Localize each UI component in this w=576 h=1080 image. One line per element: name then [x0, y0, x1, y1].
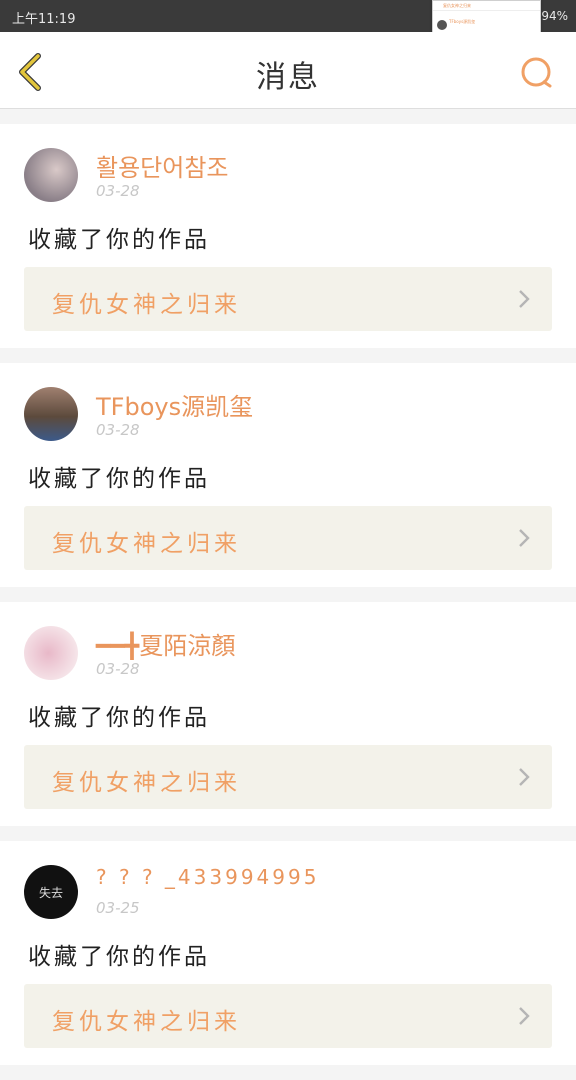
chevron-right-icon	[519, 768, 530, 786]
avatar[interactable]: 失去	[24, 865, 78, 919]
avatar-text: 失去	[38, 885, 63, 900]
message-action: 收藏了你的作品	[28, 227, 210, 253]
message-card: TFboys源凯玺 03-28 收藏了你的作品 复仇女神之归来	[0, 363, 576, 587]
chevron-right-icon	[519, 290, 530, 308]
message-action: 收藏了你的作品	[28, 705, 210, 731]
work-title: 复仇女神之归来	[52, 1009, 241, 1035]
work-title: 复仇女神之归来	[52, 531, 241, 557]
chevron-right-icon	[519, 529, 530, 547]
avatar[interactable]	[24, 626, 78, 680]
preview-username: TFboys源凯玺	[449, 19, 476, 24]
preview-avatar	[437, 20, 447, 30]
message-date: 03-25	[96, 899, 140, 917]
search-icon	[521, 57, 552, 88]
message-action: 收藏了你的作品	[28, 944, 210, 970]
message-list: 활용단어참조 03-28 收藏了你的作品 复仇女神之归来 TFboys源凯玺 0…	[0, 124, 576, 1080]
work-link[interactable]: 复仇女神之归来	[24, 984, 552, 1048]
avatar[interactable]	[24, 387, 78, 441]
message-card: 失去 ? ? ? _433994995 03-25 收藏了你的作品 复仇女神之归…	[0, 841, 576, 1065]
username[interactable]: ━━╋夏陌涼顏	[96, 626, 235, 661]
avatar[interactable]	[24, 148, 78, 202]
app-header: 消息	[0, 32, 576, 109]
search-button[interactable]	[518, 54, 556, 92]
status-time: 上午11:19	[12, 12, 76, 27]
message-card: ━━╋夏陌涼顏 03-28 收藏了你的作品 复仇女神之归来	[0, 602, 576, 826]
username[interactable]: TFboys源凯玺	[96, 387, 253, 422]
page-title: 消息	[256, 60, 320, 95]
username[interactable]: 활용단어참조	[96, 148, 228, 183]
chevron-right-icon	[519, 1007, 530, 1025]
preview-row: 复仇女神之归来	[433, 1, 540, 11]
work-link[interactable]: 复仇女神之归来	[24, 267, 552, 331]
message-action: 收藏了你的作品	[28, 466, 210, 492]
battery-level: 94%	[541, 9, 568, 23]
message-date: 03-28	[96, 421, 140, 439]
message-date: 03-28	[96, 660, 140, 678]
work-link[interactable]: 复仇女神之归来	[24, 506, 552, 570]
work-title: 复仇女神之归来	[52, 770, 241, 796]
message-card: 활용단어참조 03-28 收藏了你的作品 复仇女神之归来	[0, 124, 576, 348]
message-date: 03-28	[96, 182, 140, 200]
work-title: 复仇女神之归来	[52, 292, 241, 318]
work-link[interactable]: 复仇女神之归来	[24, 745, 552, 809]
username[interactable]: ? ? ? _433994995	[96, 865, 319, 889]
